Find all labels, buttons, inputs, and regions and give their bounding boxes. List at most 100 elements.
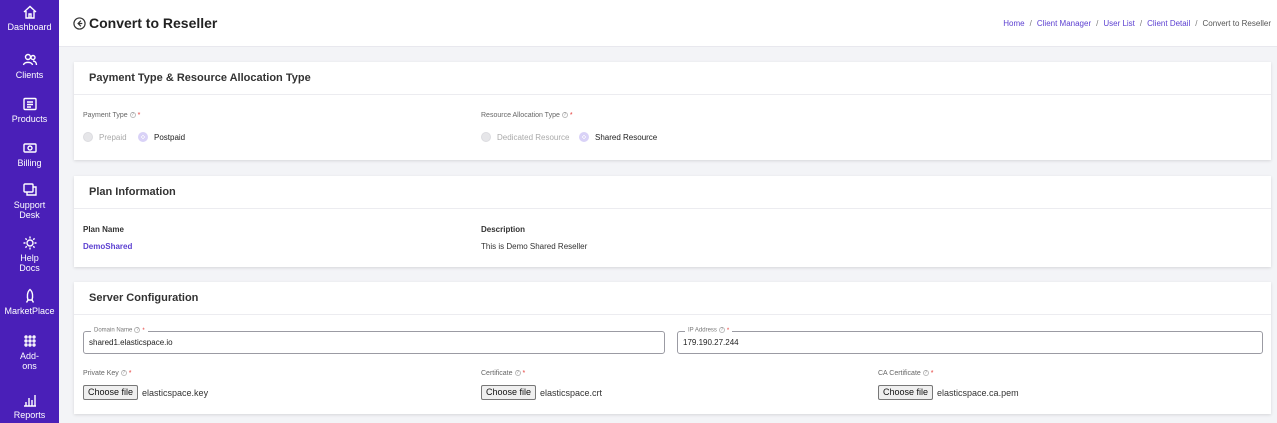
- required-mark: *: [930, 370, 934, 377]
- sidebar-item-label: Add-: [19, 351, 39, 361]
- sidebar-item-dashboard[interactable]: Dashboard: [0, 4, 59, 32]
- sidebar-item-label: Billing: [17, 158, 42, 168]
- ca-certificate-label: CA Certificate? *: [878, 370, 934, 377]
- sidebar-item-reports[interactable]: Reports: [0, 392, 59, 420]
- sidebar-item-label-line2: ons: [22, 361, 37, 371]
- sidebar-item-products[interactable]: Products: [0, 96, 59, 124]
- sidebar-item-label: Dashboard: [7, 22, 52, 32]
- ip-address-legend: IP Address? *: [685, 327, 733, 334]
- payment-type-label-text: Payment Type: [83, 112, 128, 119]
- support-icon: [22, 182, 38, 198]
- payment-type-label: Payment Type? *: [83, 112, 140, 119]
- addons-icon: [22, 333, 38, 349]
- help-icon[interactable]: ?: [922, 370, 929, 377]
- certificate-label-text: Certificate: [481, 370, 513, 377]
- sidebar-item-label: Support: [13, 200, 46, 210]
- reports-icon: [22, 392, 38, 408]
- sidebar-item-help-docs[interactable]: Help Docs: [0, 235, 59, 273]
- private-key-label: Private Key? *: [83, 370, 132, 377]
- radio-label: Dedicated Resource: [497, 132, 570, 142]
- description-label: Description: [481, 225, 526, 234]
- domain-name-legend: Domain Name? *: [91, 327, 148, 334]
- radio-prepaid[interactable]: Prepaid: [83, 132, 127, 142]
- radio-shared-resource[interactable]: Shared Resource: [579, 132, 657, 142]
- radio-dedicated-resource[interactable]: Dedicated Resource: [481, 132, 569, 142]
- ca-certificate-label-text: CA Certificate: [878, 370, 921, 377]
- sidebar-item-label: Help: [20, 253, 39, 263]
- help-icon: [22, 235, 38, 251]
- sidebar-item-clients[interactable]: Clients: [0, 52, 59, 80]
- radio-circle: [83, 132, 93, 142]
- required-mark: *: [569, 112, 573, 119]
- choose-file-button[interactable]: Choose file: [83, 385, 139, 400]
- choose-file-button[interactable]: Choose file: [481, 385, 537, 400]
- domain-name-input[interactable]: [89, 338, 611, 347]
- ip-address-field[interactable]: IP Address? *: [677, 327, 1263, 354]
- users-icon: [22, 52, 38, 68]
- radio-label: Shared Resource: [595, 132, 658, 142]
- sidebar: Dashboard Clients Products Billing Suppo…: [0, 0, 59, 423]
- required-mark: *: [137, 112, 141, 119]
- breadcrumb-client-detail[interactable]: Client Detail: [1147, 19, 1190, 28]
- breadcrumb-home[interactable]: Home: [1003, 19, 1024, 28]
- radio-circle: [138, 132, 148, 142]
- breadcrumb: Home / Client Manager / User List / Client Det…: [1003, 19, 1271, 28]
- ca-certificate-file-input[interactable]: Choose file elasticspace.ca.pem: [878, 385, 1019, 400]
- help-icon[interactable]: ?: [514, 370, 521, 377]
- sidebar-item-label: Clients: [15, 70, 44, 80]
- required-mark: *: [142, 327, 145, 334]
- choose-file-button[interactable]: Choose file: [878, 385, 934, 400]
- back-arrow-icon[interactable]: [73, 17, 86, 30]
- sidebar-item-addons[interactable]: Add- ons: [0, 333, 59, 371]
- sidebar-item-marketplace[interactable]: MarketPlace: [0, 288, 59, 316]
- sidebar-item-label: Products: [11, 114, 48, 124]
- sidebar-item-label-line2: Desk: [19, 210, 40, 220]
- home-icon: [22, 4, 38, 20]
- help-icon[interactable]: ?: [120, 370, 127, 377]
- help-icon[interactable]: ?: [134, 327, 141, 333]
- server-configuration-card: Server Configuration Domain Name?* IP Ad…: [74, 282, 1271, 414]
- required-mark: *: [726, 327, 730, 334]
- domain-name-label: Domain Name: [94, 327, 133, 334]
- page-header: Convert to Reseller Home / Client Manager /…: [59, 0, 1277, 47]
- required-mark: *: [522, 370, 526, 377]
- radio-postpaid[interactable]: Postpaid: [138, 132, 185, 142]
- radio-label: Postpaid: [154, 132, 186, 142]
- breadcrumb-separator: /: [1096, 19, 1099, 28]
- help-icon[interactable]: ?: [561, 112, 568, 119]
- radio-circle: [579, 132, 589, 142]
- resource-allocation-label: Resource Allocation Type? *: [481, 112, 573, 119]
- breadcrumb-client-manager[interactable]: Client Manager: [1037, 19, 1091, 28]
- card-title: Plan Information: [74, 176, 1271, 209]
- sidebar-item-label: MarketPlace: [4, 306, 55, 316]
- certificate-label: Certificate? *: [481, 370, 525, 377]
- products-icon: [22, 96, 38, 112]
- help-icon[interactable]: ?: [129, 112, 136, 119]
- breadcrumb-separator: /: [1029, 19, 1032, 28]
- file-name: elasticspace.key: [142, 387, 209, 398]
- page-title: Convert to Reseller: [89, 15, 218, 31]
- radio-circle: [481, 132, 491, 142]
- domain-name-field[interactable]: Domain Name? *: [83, 327, 665, 354]
- private-key-label-text: Private Key: [83, 370, 119, 377]
- breadcrumb-user-list[interactable]: User List: [1103, 19, 1135, 28]
- card-title: Server Configuration: [74, 282, 1271, 315]
- ip-address-label: IP Address: [688, 327, 717, 334]
- sidebar-item-support-desk[interactable]: Support Desk: [0, 182, 59, 220]
- ip-address-input[interactable]: [683, 338, 1209, 347]
- resource-allocation-label-text: Resource Allocation Type: [481, 112, 560, 119]
- sidebar-item-label: Reports: [13, 410, 46, 420]
- sidebar-item-billing[interactable]: Billing: [0, 140, 59, 168]
- plan-name-label: Plan Name: [83, 225, 124, 234]
- certificate-file-input[interactable]: Choose file elasticspace.crt: [481, 385, 602, 400]
- sidebar-item-label-line2: Docs: [19, 263, 40, 273]
- help-icon[interactable]: ?: [718, 327, 725, 333]
- private-key-file-input[interactable]: Choose file elasticspace.key: [83, 385, 208, 400]
- breadcrumb-current: Convert to Reseller: [1202, 19, 1271, 28]
- file-name: elasticspace.crt: [540, 387, 603, 398]
- plan-information-card: Plan Information Plan Name DemoShared De…: [74, 176, 1271, 267]
- radio-label: Prepaid: [99, 132, 127, 142]
- breadcrumb-separator: /: [1139, 19, 1143, 28]
- plan-name-link[interactable]: DemoShared: [83, 242, 132, 251]
- billing-icon: [22, 140, 38, 156]
